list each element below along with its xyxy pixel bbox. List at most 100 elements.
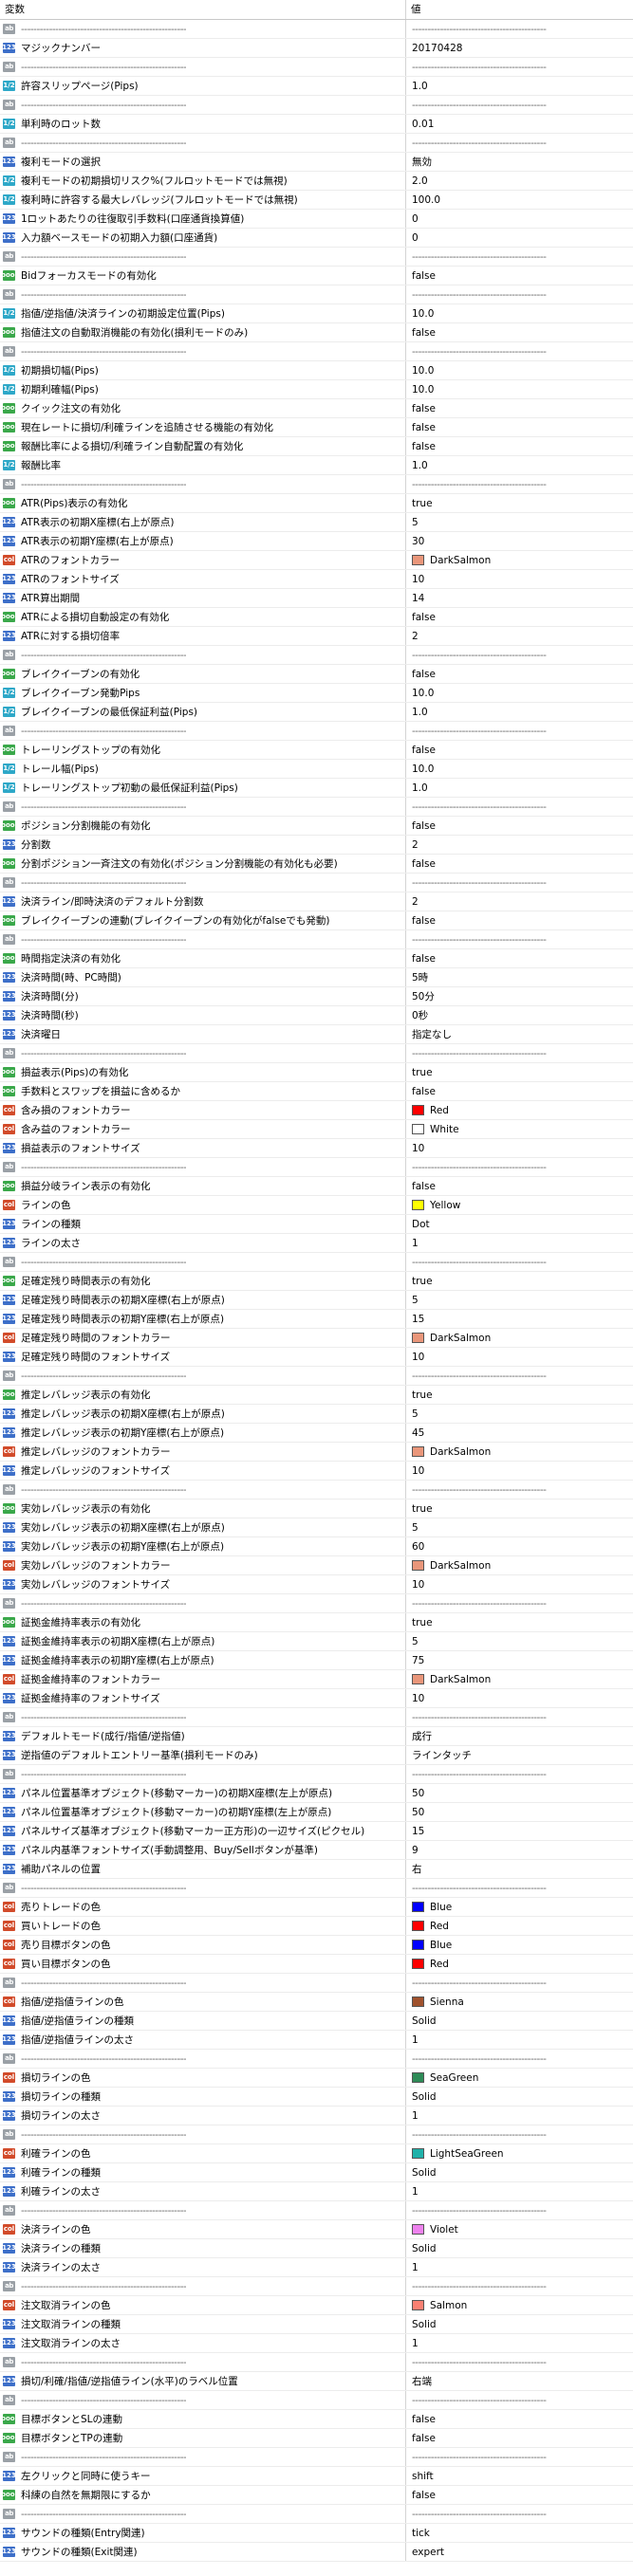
parameter-value-cell[interactable]: Solid: [406, 2012, 633, 2030]
parameter-value-cell[interactable]: ----------------------------------------…: [406, 2050, 633, 2068]
parameter-value-cell[interactable]: LightSeaGreen: [406, 2144, 633, 2162]
parameter-row[interactable]: 1/2 報酬比率 1.0: [0, 456, 633, 475]
parameter-row[interactable]: bool 現在レートに損切/利確ラインを追随させる機能の有効化 false: [0, 418, 633, 437]
parameter-row[interactable]: 123 注文取消ラインの種類 Solid: [0, 2315, 633, 2334]
parameter-value-cell[interactable]: Sienna: [406, 1993, 633, 2011]
separator-row[interactable]: ab --------------------------------------…: [0, 1253, 633, 1272]
parameter-value-cell[interactable]: 10: [406, 1575, 633, 1593]
parameter-value-cell[interactable]: 15: [406, 1822, 633, 1840]
parameter-row[interactable]: bool 足確定残り時間表示の有効化 true: [0, 1272, 633, 1291]
parameter-row[interactable]: 123 指値/逆指値ラインの種類 Solid: [0, 2012, 633, 2031]
parameter-row[interactable]: bool 報酬比率による損切/利確ライン自動配置の有効化 false: [0, 437, 633, 456]
parameter-value-cell[interactable]: 1.0: [406, 703, 633, 721]
parameter-row[interactable]: 1/2 ブレイクイーブン発動Pips 10.0: [0, 684, 633, 703]
parameter-value-cell[interactable]: false: [406, 1177, 633, 1195]
parameter-value-cell[interactable]: false: [406, 323, 633, 341]
parameter-value-cell[interactable]: 5時: [406, 968, 633, 986]
parameter-row[interactable]: bool 目標ボタンとSLの連動 false: [0, 2410, 633, 2429]
parameter-value-cell[interactable]: Red: [406, 1917, 633, 1935]
parameter-value-cell[interactable]: 1: [406, 1234, 633, 1252]
parameter-value-cell[interactable]: ----------------------------------------…: [406, 2391, 633, 2409]
parameter-value-cell[interactable]: 5: [406, 1405, 633, 1423]
parameter-value-cell[interactable]: 1: [406, 2258, 633, 2276]
parameter-row[interactable]: 1/2 複利時に許容する最大レバレッジ(フルロットモードでは無視) 100.0: [0, 191, 633, 210]
separator-row[interactable]: ab --------------------------------------…: [0, 2391, 633, 2410]
parameter-row[interactable]: 1/2 初期損切幅(Pips) 10.0: [0, 361, 633, 380]
parameter-row[interactable]: 123 推定レバレッジのフォントサイズ 10: [0, 1462, 633, 1481]
parameter-row[interactable]: 123 補助パネルの位置 右: [0, 1860, 633, 1879]
parameter-value-cell[interactable]: 指定なし: [406, 1025, 633, 1043]
parameter-value-cell[interactable]: ----------------------------------------…: [406, 1253, 633, 1271]
parameter-value-cell[interactable]: ----------------------------------------…: [406, 2125, 633, 2144]
parameter-row[interactable]: 123 実効レバレッジのフォントサイズ 10: [0, 1575, 633, 1594]
separator-row[interactable]: ab --------------------------------------…: [0, 1765, 633, 1784]
parameter-row[interactable]: col 利確ラインの色 LightSeaGreen: [0, 2144, 633, 2163]
parameter-value-cell[interactable]: false: [406, 1082, 633, 1100]
parameter-value-cell[interactable]: ----------------------------------------…: [406, 2201, 633, 2219]
parameter-value-cell[interactable]: false: [406, 608, 633, 626]
separator-row[interactable]: ab --------------------------------------…: [0, 2201, 633, 2220]
parameter-row[interactable]: bool トレーリングストップの有効化 false: [0, 741, 633, 760]
parameter-value-cell[interactable]: 10.0: [406, 361, 633, 379]
parameter-value-cell[interactable]: 10: [406, 1139, 633, 1157]
parameter-value-cell[interactable]: Red: [406, 1955, 633, 1973]
parameter-value-cell[interactable]: 10: [406, 1689, 633, 1707]
parameter-value-cell[interactable]: true: [406, 1272, 633, 1290]
parameter-value-cell[interactable]: false: [406, 437, 633, 455]
parameter-row[interactable]: 123 足確定残り時間表示の初期X座標(右上が原点) 5: [0, 1291, 633, 1310]
parameter-row[interactable]: bool 推定レバレッジ表示の有効化 true: [0, 1386, 633, 1405]
parameter-row[interactable]: col 指値/逆指値ラインの色 Sienna: [0, 1993, 633, 2012]
parameter-value-cell[interactable]: ----------------------------------------…: [406, 1974, 633, 1992]
parameter-value-cell[interactable]: 14: [406, 589, 633, 607]
parameter-value-cell[interactable]: DarkSalmon: [406, 1670, 633, 1688]
parameter-row[interactable]: 123 証拠金維持率のフォントサイズ 10: [0, 1689, 633, 1708]
separator-row[interactable]: ab --------------------------------------…: [0, 1158, 633, 1177]
parameter-value-cell[interactable]: 10.0: [406, 684, 633, 702]
parameter-row[interactable]: bool 分割ポジション一斉注文の有効化(ポジション分割機能の有効化も必要) fal…: [0, 855, 633, 874]
parameter-value-cell[interactable]: ----------------------------------------…: [406, 874, 633, 892]
separator-row[interactable]: ab --------------------------------------…: [0, 1879, 633, 1898]
parameter-row[interactable]: col ラインの色 Yellow: [0, 1196, 633, 1215]
parameter-value-cell[interactable]: ----------------------------------------…: [406, 96, 633, 114]
parameter-row[interactable]: 123 パネル位置基準オブジェクト(移動マーカー)の初期Y座標(左上が原点) 50: [0, 1803, 633, 1822]
parameter-row[interactable]: 1/2 トレーリングストップ初動の最低保証利益(Pips) 1.0: [0, 779, 633, 798]
separator-row[interactable]: ab --------------------------------------…: [0, 2505, 633, 2524]
parameter-value-cell[interactable]: 75: [406, 1651, 633, 1669]
parameter-value-cell[interactable]: 60: [406, 1537, 633, 1555]
parameter-value-cell[interactable]: 5: [406, 1291, 633, 1309]
parameter-row[interactable]: col 買いトレードの色 Red: [0, 1917, 633, 1936]
parameter-value-cell[interactable]: false: [406, 949, 633, 967]
parameter-value-cell[interactable]: Solid: [406, 2163, 633, 2181]
parameter-row[interactable]: 1/2 単利時のロット数 0.01: [0, 115, 633, 134]
parameter-value-cell[interactable]: 2: [406, 892, 633, 911]
parameter-row[interactable]: col 推定レバレッジのフォントカラー DarkSalmon: [0, 1443, 633, 1462]
parameter-value-cell[interactable]: 50: [406, 1784, 633, 1802]
parameter-row[interactable]: col 損切ラインの色 SeaGreen: [0, 2069, 633, 2088]
parameter-value-cell[interactable]: true: [406, 494, 633, 512]
parameter-row[interactable]: bool 科練の自然を無期限にするか false: [0, 2486, 633, 2505]
parameter-value-cell[interactable]: true: [406, 1500, 633, 1518]
parameter-row[interactable]: col ATRのフォントカラー DarkSalmon: [0, 551, 633, 570]
parameter-value-cell[interactable]: 10.0: [406, 304, 633, 322]
parameter-row[interactable]: 123 損益表示のフォントサイズ 10: [0, 1139, 633, 1158]
separator-row[interactable]: ab --------------------------------------…: [0, 96, 633, 115]
parameter-value-cell[interactable]: ----------------------------------------…: [406, 20, 633, 38]
separator-row[interactable]: ab --------------------------------------…: [0, 134, 633, 153]
parameter-value-cell[interactable]: 1: [406, 2334, 633, 2352]
parameter-value-cell[interactable]: 10.0: [406, 760, 633, 778]
parameter-row[interactable]: 123 ATR算出期間 14: [0, 589, 633, 608]
parameter-value-cell[interactable]: 1: [406, 2182, 633, 2200]
parameter-row[interactable]: 1/2 複利モードの初期損切リスク%(フルロットモードでは無視) 2.0: [0, 172, 633, 191]
parameter-value-cell[interactable]: White: [406, 1120, 633, 1138]
parameter-row[interactable]: 123 推定レバレッジ表示の初期X座標(右上が原点) 5: [0, 1405, 633, 1424]
separator-row[interactable]: ab --------------------------------------…: [0, 342, 633, 361]
parameter-row[interactable]: col 売り目標ボタンの色 Blue: [0, 1936, 633, 1955]
parameter-row[interactable]: col 注文取消ラインの色 Salmon: [0, 2296, 633, 2315]
parameter-value-cell[interactable]: ----------------------------------------…: [406, 2448, 633, 2466]
parameter-value-cell[interactable]: true: [406, 1063, 633, 1081]
parameter-value-cell[interactable]: 成行: [406, 1727, 633, 1745]
parameter-value-cell[interactable]: ----------------------------------------…: [406, 798, 633, 816]
parameter-value-cell[interactable]: 1.0: [406, 779, 633, 797]
parameter-value-cell[interactable]: false: [406, 267, 633, 285]
parameter-value-cell[interactable]: 0秒: [406, 1006, 633, 1024]
